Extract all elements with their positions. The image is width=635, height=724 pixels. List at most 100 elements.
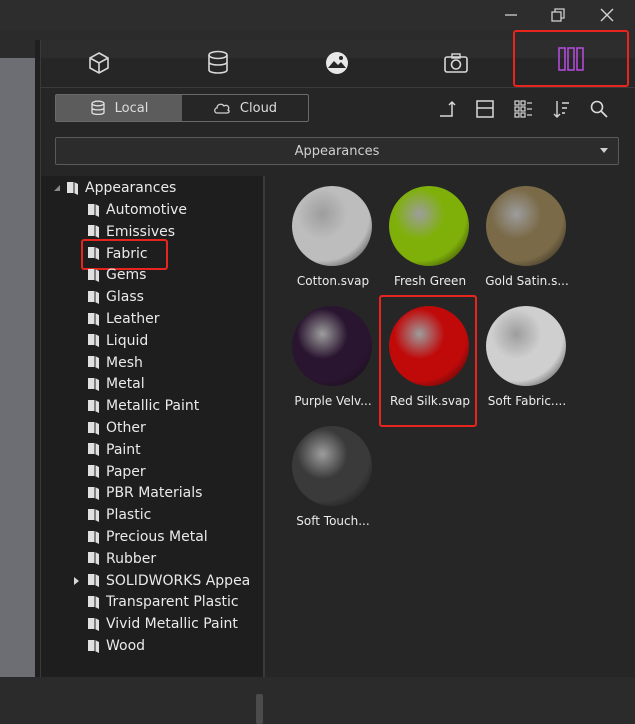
tree-item-label: Vivid Metallic Paint bbox=[106, 616, 238, 633]
restore-button[interactable] bbox=[544, 4, 572, 26]
tree-item-label: SOLIDWORKS Appea bbox=[106, 572, 251, 589]
library-columns-icon bbox=[558, 46, 584, 71]
tab-parts[interactable] bbox=[54, 40, 144, 85]
task-pane: Local Cloud Appearances Appearances Auto… bbox=[40, 30, 635, 724]
tree-item[interactable]: Paint bbox=[87, 440, 141, 460]
tree-item-label: Metal bbox=[106, 376, 145, 393]
tree-item[interactable]: Other bbox=[87, 418, 146, 438]
close-icon bbox=[600, 8, 614, 22]
local-button[interactable]: Local bbox=[56, 95, 182, 121]
sort-button[interactable] bbox=[550, 98, 572, 120]
tree-item-label: Mesh bbox=[106, 354, 143, 371]
title-bar bbox=[0, 0, 635, 30]
grid-view-button[interactable] bbox=[512, 98, 534, 120]
tree-item[interactable]: Precious Metal bbox=[87, 527, 208, 547]
tree-item[interactable]: Transparent Plastic bbox=[87, 592, 239, 612]
tree-scrollbar[interactable] bbox=[256, 694, 263, 724]
tree-item-label: Precious Metal bbox=[106, 529, 208, 545]
tree-item-label: Metallic Paint bbox=[106, 398, 200, 415]
book-icon bbox=[88, 639, 99, 653]
tree-item[interactable]: Paper bbox=[87, 462, 146, 482]
tree-item-label: Gems bbox=[106, 267, 147, 284]
book-icon bbox=[88, 443, 99, 457]
tree-item[interactable]: Vivid Metallic Paint bbox=[87, 614, 238, 634]
tree-item[interactable]: Plastic bbox=[87, 505, 151, 525]
tree-item[interactable]: Metal bbox=[87, 374, 145, 394]
tree-item-label: Paper bbox=[106, 463, 146, 480]
material-grid: Cotton.svap Fresh Green Gold Satin.s... Pur… bbox=[265, 176, 635, 677]
minimize-button[interactable] bbox=[497, 4, 525, 26]
tree-item[interactable]: Rubber bbox=[87, 549, 156, 569]
tree-root[interactable]: Appearances bbox=[53, 178, 176, 198]
minimize-icon bbox=[505, 14, 517, 16]
up-level-button[interactable] bbox=[436, 98, 458, 120]
view-toggle-button[interactable] bbox=[474, 98, 496, 120]
source-toggle: Local Cloud bbox=[55, 94, 309, 122]
book-icon bbox=[88, 312, 99, 326]
close-button[interactable] bbox=[593, 4, 621, 26]
tab-database[interactable] bbox=[173, 40, 263, 85]
cloud-button[interactable]: Cloud bbox=[182, 95, 308, 121]
book-icon bbox=[88, 552, 99, 566]
book-icon bbox=[88, 290, 99, 304]
tree-item[interactable]: Automotive bbox=[87, 200, 187, 220]
dropdown-value: Appearances bbox=[294, 143, 380, 159]
book-icon bbox=[88, 486, 99, 500]
tree-item-label: Wood bbox=[106, 638, 146, 654]
tree-item-label: Transparent Plastic bbox=[106, 594, 239, 611]
book-icon bbox=[88, 617, 99, 631]
book-icon bbox=[88, 530, 99, 544]
tree-root-label: Appearances bbox=[85, 180, 177, 196]
tree-item[interactable]: Gems bbox=[87, 265, 146, 285]
book-icon bbox=[88, 377, 99, 391]
tree-item-label: Plastic bbox=[106, 507, 152, 524]
tree-item[interactable]: Liquid bbox=[87, 331, 148, 351]
tree-item-label: Rubber bbox=[106, 550, 157, 567]
tab-separator bbox=[41, 87, 635, 88]
search-button[interactable] bbox=[588, 98, 610, 120]
material-preview-sphere bbox=[292, 306, 372, 386]
tree-item[interactable]: PBR Materials bbox=[87, 483, 202, 503]
material-preview-sphere bbox=[292, 426, 372, 506]
material-preview-sphere bbox=[389, 186, 469, 266]
folder-tree: Appearances Automotive Emissives Fabric Gem… bbox=[41, 176, 263, 724]
expanded-caret-icon[interactable] bbox=[53, 184, 61, 192]
book-icon bbox=[88, 268, 99, 282]
tree-item[interactable]: SOLIDWORKS Appea bbox=[74, 571, 251, 591]
material-tile[interactable]: Fresh Green bbox=[377, 186, 473, 296]
tab-camera[interactable] bbox=[411, 40, 501, 85]
material-tile[interactable]: Cotton.svap bbox=[280, 186, 376, 296]
material-tile[interactable]: Soft Touch... bbox=[280, 426, 376, 536]
tree-item[interactable]: Glass bbox=[87, 287, 144, 307]
tab-scenes[interactable] bbox=[292, 40, 382, 85]
collapsed-caret-icon[interactable] bbox=[73, 576, 81, 586]
database-icon bbox=[90, 100, 105, 116]
camera-icon bbox=[444, 52, 468, 73]
material-tile[interactable]: Purple Velv... bbox=[280, 306, 376, 416]
tree-item-label: Glass bbox=[106, 289, 144, 306]
tree-item-label: PBR Materials bbox=[106, 485, 203, 502]
library-dropdown[interactable]: Appearances bbox=[55, 137, 619, 165]
tree-item[interactable]: Wood bbox=[87, 636, 145, 656]
tree-item-label: Automotive bbox=[106, 202, 187, 218]
grid-view-icon bbox=[514, 100, 532, 118]
tree-item[interactable]: Metallic Paint bbox=[87, 396, 199, 416]
book-icon bbox=[88, 203, 99, 217]
material-preview-sphere bbox=[292, 186, 372, 266]
database-icon bbox=[208, 50, 228, 74]
tree-item[interactable]: Mesh bbox=[87, 353, 143, 373]
selection-highlight bbox=[379, 295, 477, 427]
book-icon bbox=[88, 225, 99, 239]
sort-icon bbox=[553, 101, 569, 118]
tree-item[interactable]: Leather bbox=[87, 309, 159, 329]
tab-appearances[interactable] bbox=[513, 30, 629, 87]
tree-item-label: Other bbox=[106, 420, 146, 436]
material-tile[interactable]: Soft Fabric.... bbox=[474, 306, 570, 416]
restore-icon bbox=[551, 8, 565, 22]
cube-icon bbox=[89, 51, 109, 74]
graphics-viewport[interactable] bbox=[0, 58, 35, 677]
material-tile[interactable]: Gold Satin.s... bbox=[474, 186, 570, 296]
book-icon bbox=[88, 465, 99, 479]
book-icon bbox=[88, 421, 99, 435]
scene-icon bbox=[326, 51, 348, 74]
